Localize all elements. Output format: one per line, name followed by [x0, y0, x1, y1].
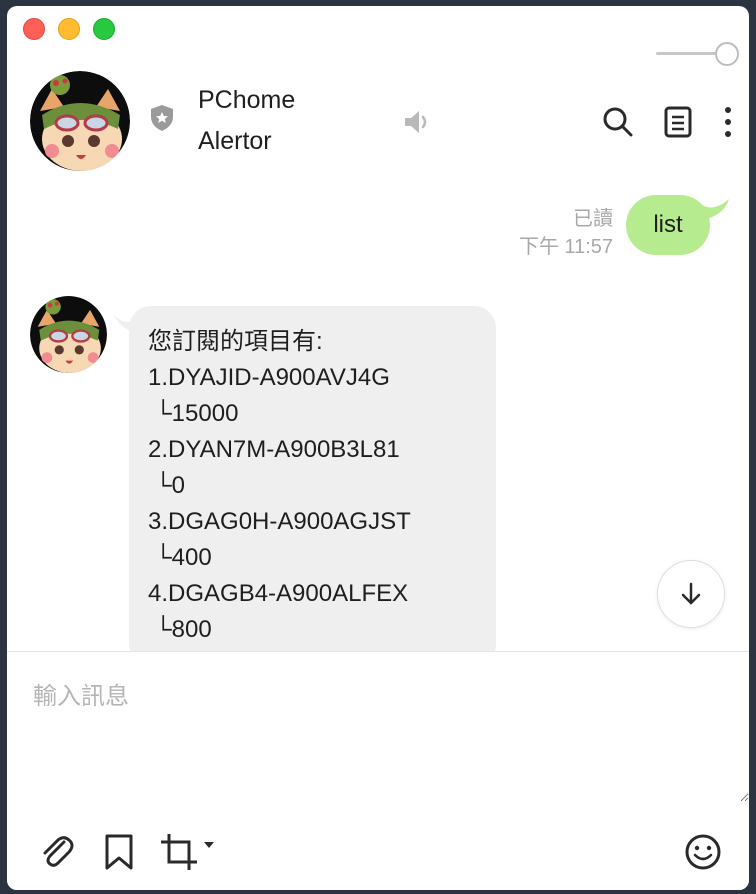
outgoing-message-bubble[interactable]: list — [626, 195, 710, 255]
arrow-down-icon — [681, 582, 701, 605]
message-line: 1.DYAJID-A900AVJ4G — [148, 364, 390, 391]
chevron-down-icon[interactable] — [202, 840, 216, 850]
sender-avatar[interactable] — [30, 296, 107, 373]
slider-knob[interactable] — [715, 42, 739, 66]
shield-star-icon — [151, 105, 173, 131]
window-opacity-slider[interactable] — [656, 42, 742, 66]
bookmark-icon[interactable] — [99, 832, 139, 872]
message-line: └800 — [148, 616, 212, 643]
notes-icon[interactable] — [661, 105, 695, 139]
message-line: 4.DGAGB4-A900ALFEX — [148, 580, 409, 607]
chat-title-line-2: Alertor — [198, 127, 272, 155]
message-line: 您訂閱的項目有: — [148, 328, 323, 355]
maximize-window-button[interactable] — [93, 18, 115, 40]
message-time: 下午 11:57 — [518, 236, 613, 258]
minimize-window-button[interactable] — [58, 18, 80, 40]
close-window-button[interactable] — [23, 18, 45, 40]
emoji-icon[interactable] — [683, 832, 723, 872]
read-status: 已讀 — [573, 208, 613, 230]
message-line: └400 — [148, 544, 212, 571]
paperclip-icon[interactable] — [37, 832, 77, 872]
chat-window: PChome Alertor 已讀 下午 11:57 list 您訂閱的項目有:… — [7, 6, 749, 890]
speaker-icon[interactable] — [403, 109, 433, 135]
crop-icon[interactable] — [159, 832, 199, 872]
message-composer — [7, 651, 749, 890]
more-vertical-icon[interactable] — [711, 105, 745, 139]
message-line: └0 — [148, 472, 186, 499]
search-icon[interactable] — [601, 105, 635, 139]
message-line: 3.DGAG0H-A900AGJST — [148, 508, 411, 535]
message-line: 2.DYAN7M-A900B3L81 — [148, 436, 400, 463]
scroll-to-bottom-button[interactable] — [657, 560, 725, 628]
message-input[interactable] — [7, 652, 749, 802]
chat-title-line-1: PChome — [198, 86, 296, 114]
message-line: └15000 — [148, 400, 239, 427]
incoming-message-bubble[interactable]: 您訂閱的項目有: 1.DYAJID-A900AVJ4G └15000 2.DYA… — [129, 306, 496, 666]
chat-avatar[interactable] — [30, 71, 130, 171]
